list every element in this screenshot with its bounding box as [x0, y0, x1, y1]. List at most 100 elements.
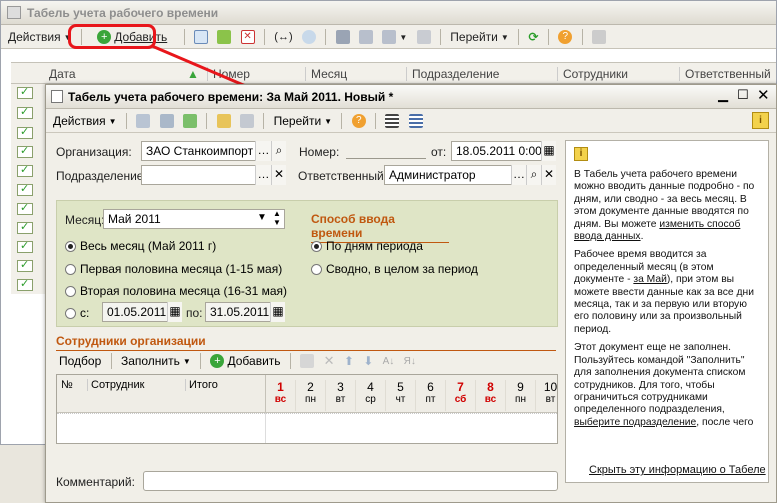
month-label: Месяц:	[65, 213, 105, 227]
period-option-second-half[interactable]: Вторая половина месяца (16-31 мая)	[65, 284, 287, 298]
posted-doc-icon[interactable]	[17, 85, 33, 99]
org-open-icon[interactable]: ⌕	[271, 141, 286, 161]
posted-doc-icon[interactable]	[17, 182, 33, 196]
dept-select-button[interactable]: …	[255, 165, 271, 185]
day-column[interactable]: 10 вт	[536, 380, 566, 411]
day-column[interactable]: 2 пн	[296, 380, 326, 411]
minimize-button[interactable]: ▁	[718, 87, 728, 103]
maximize-button[interactable]: ☐	[737, 87, 749, 103]
period-option-full-month[interactable]: Весь месяц (Май 2011 г)	[65, 239, 216, 253]
list-view-button[interactable]	[382, 111, 402, 131]
month-dropdown-icon[interactable]: ▼	[257, 212, 267, 223]
doc-actions-menu[interactable]: Действия ▼	[50, 111, 120, 131]
document-toolbar: Действия ▼ Перейти ▼ ? i	[46, 109, 776, 133]
day-column[interactable]: 9 пн	[506, 380, 536, 411]
col-num[interactable]: №	[61, 379, 73, 391]
day-column[interactable]: 1 вс	[266, 380, 296, 411]
doc-go-menu[interactable]: Перейти ▼	[271, 111, 335, 131]
posted-doc-icon[interactable]	[17, 258, 33, 272]
delete-icon: ✕	[323, 353, 335, 368]
clear-filter-icon	[416, 30, 431, 44]
help-button[interactable]: ?	[555, 27, 575, 47]
col-department[interactable]: Подразделение	[406, 67, 499, 81]
find-button[interactable]	[299, 27, 319, 47]
interval-icon: (↔)	[274, 31, 293, 43]
copy-icon	[300, 354, 315, 368]
posted-doc-icon[interactable]	[17, 239, 33, 253]
move-down-button[interactable]: ⬇	[360, 351, 376, 371]
post-button[interactable]	[180, 111, 200, 131]
sort-desc-button[interactable]: Я↓	[401, 351, 419, 371]
day-column[interactable]: 5 чт	[386, 380, 416, 411]
comment-field[interactable]	[143, 471, 558, 491]
save-button[interactable]	[157, 111, 177, 131]
back-actions-menu[interactable]: Действия ▼	[5, 27, 75, 47]
interval-button[interactable]: (↔)	[271, 27, 295, 47]
from-calendar-icon[interactable]: ▦	[167, 302, 182, 322]
info-toggle-button[interactable]: i	[752, 112, 769, 129]
search-icon	[301, 30, 316, 44]
grid-copy-button[interactable]	[297, 351, 317, 371]
copy-icon	[193, 30, 208, 44]
input-by-days[interactable]: По дням периода	[311, 239, 423, 253]
close-button[interactable]: ✕	[757, 86, 770, 104]
org-select-button[interactable]: …	[255, 141, 271, 161]
hide-info-link[interactable]: Скрыть эту информацию о Табеле	[589, 464, 766, 476]
grid-add-button[interactable]: + Добавить	[207, 351, 283, 371]
col-responsible[interactable]: Ответственный	[679, 67, 771, 81]
col-date[interactable]: Дата	[49, 67, 76, 81]
posted-doc-icon[interactable]	[17, 105, 33, 119]
period-option-custom[interactable]: с:	[65, 306, 89, 320]
month-link[interactable]: за Май	[633, 274, 666, 285]
sort-asc-button[interactable]: A↓	[380, 351, 398, 371]
from-label: от:	[431, 145, 447, 159]
col-total[interactable]: Итого	[185, 379, 218, 391]
resp-open-icon[interactable]: ⌕	[526, 165, 541, 185]
based-on-button[interactable]	[214, 111, 234, 131]
posted-doc-icon[interactable]	[17, 163, 33, 177]
move-up-button[interactable]: ⬆	[341, 351, 357, 371]
delete-icon: ✕	[240, 30, 255, 44]
resp-select-button[interactable]: …	[511, 165, 526, 185]
calendar-icon[interactable]: ▦	[541, 141, 556, 161]
to-calendar-icon[interactable]: ▦	[270, 302, 285, 322]
back-go-menu[interactable]: Перейти ▼	[447, 27, 511, 47]
day-column[interactable]: 3 вт	[326, 380, 356, 411]
tree-view-button[interactable]	[406, 111, 426, 131]
select-button[interactable]: Подбор	[56, 351, 104, 371]
filter-button[interactable]	[333, 27, 353, 47]
filter-list-button[interactable]: ▼	[379, 27, 410, 47]
posted-doc-icon[interactable]	[17, 220, 33, 234]
fill-menu[interactable]: Заполнить ▼	[118, 351, 194, 371]
refresh-button[interactable]: ⟳	[525, 27, 541, 47]
resp-clear-icon[interactable]: ✕	[541, 165, 556, 185]
doc-help-button[interactable]: ?	[349, 111, 369, 131]
day-column[interactable]: 4 ср	[356, 380, 386, 411]
col-employee[interactable]: Сотрудник	[87, 379, 144, 391]
grid-empty-area[interactable]	[57, 413, 557, 443]
day-column[interactable]: 6 пт	[416, 380, 446, 411]
month-spin-icon[interactable]: ▲ ▼	[273, 209, 281, 227]
posted-doc-icon[interactable]	[17, 277, 33, 291]
dept-clear-icon[interactable]: ✕	[271, 165, 286, 185]
grid-delete-button[interactable]: ✕	[321, 351, 338, 371]
period-option-first-half[interactable]: Первая половина месяца (1-15 мая)	[65, 262, 282, 276]
structure-button[interactable]	[237, 111, 257, 131]
input-summary[interactable]: Сводно, в целом за период	[311, 262, 478, 276]
day-column[interactable]: 8 вс	[476, 380, 506, 411]
print-button[interactable]	[589, 27, 609, 47]
posted-doc-icon[interactable]	[17, 144, 33, 158]
col-employees[interactable]: Сотрудники	[557, 67, 628, 81]
post-and-close-button[interactable]	[133, 111, 153, 131]
save-icon	[159, 114, 174, 128]
arrow-down-icon: ⬇	[363, 354, 374, 368]
posted-doc-icon[interactable]	[17, 201, 33, 215]
col-month[interactable]: Месяц	[305, 67, 347, 81]
select-dept-link[interactable]: выберите подразделение	[574, 417, 696, 428]
day-column[interactable]: 7 сб	[446, 380, 476, 411]
days-header: 1 вс 2 пн 3 вт 4 ср 5 чт 6 пт 7 сб 8 вс 9 пн 10 вт	[265, 375, 566, 413]
posted-doc-icon[interactable]	[17, 125, 33, 139]
filter-value-button[interactable]	[356, 27, 376, 47]
number-field[interactable]	[346, 142, 426, 159]
clear-filter-button[interactable]	[414, 27, 434, 47]
